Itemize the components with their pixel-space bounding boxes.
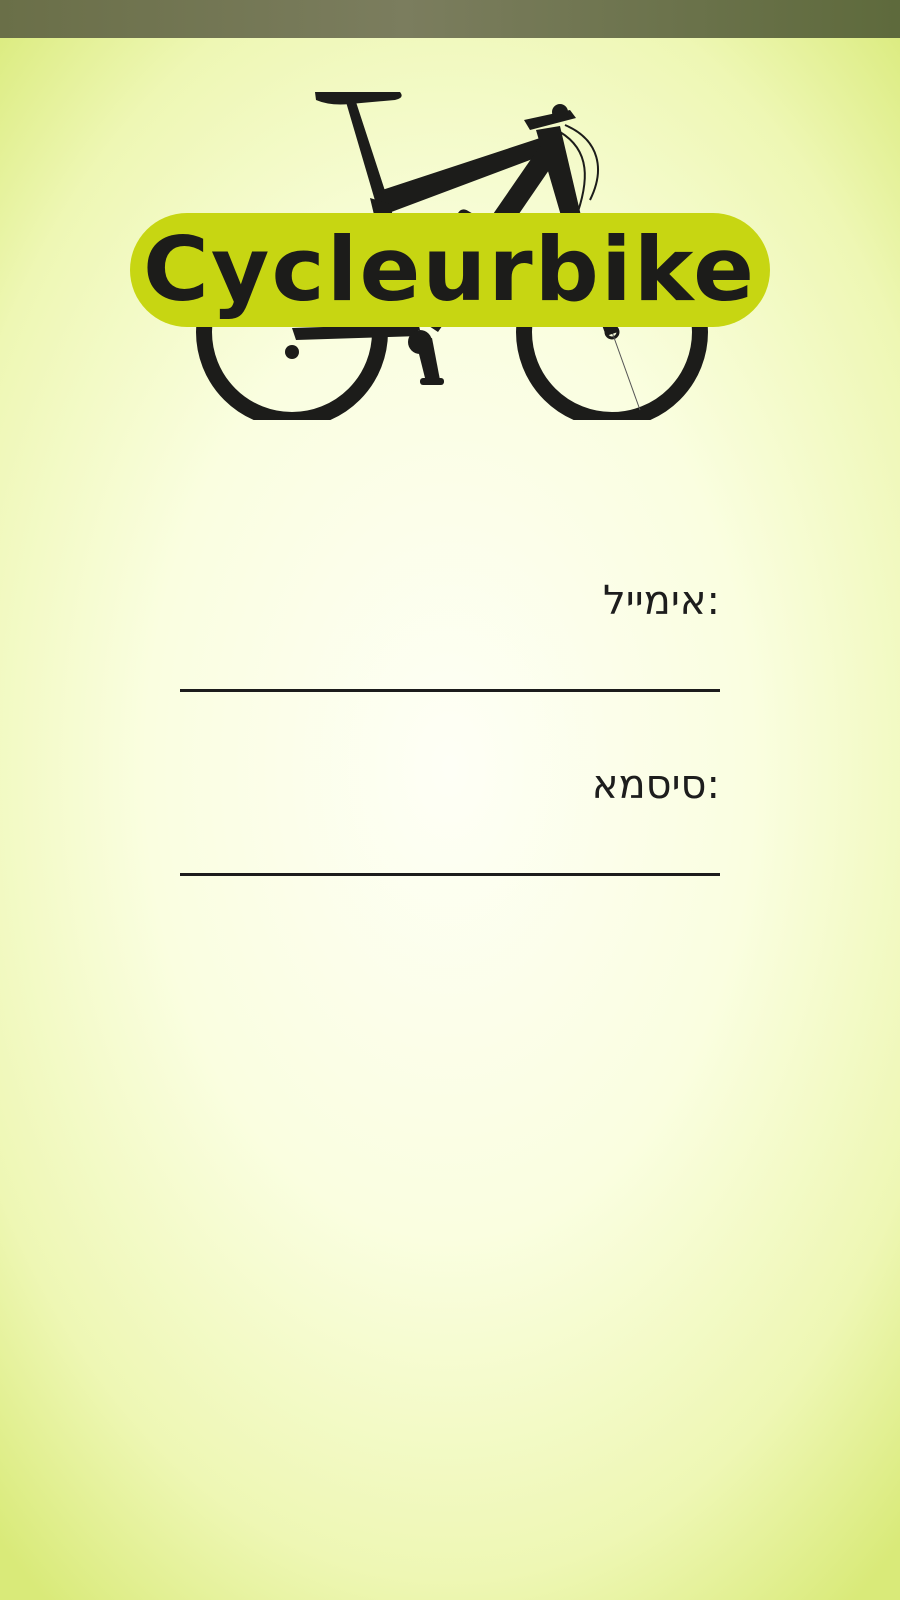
email-field[interactable] <box>180 652 720 692</box>
app-logo: Cycleurbike <box>120 80 780 420</box>
password-field[interactable] <box>180 836 720 876</box>
logo-text: Cycleurbike <box>143 218 757 321</box>
email-label: :אימייל <box>603 578 720 624</box>
password-label: :סיסמא <box>591 762 720 808</box>
logo-badge: Cycleurbike <box>130 213 770 327</box>
status-bar <box>0 0 900 38</box>
